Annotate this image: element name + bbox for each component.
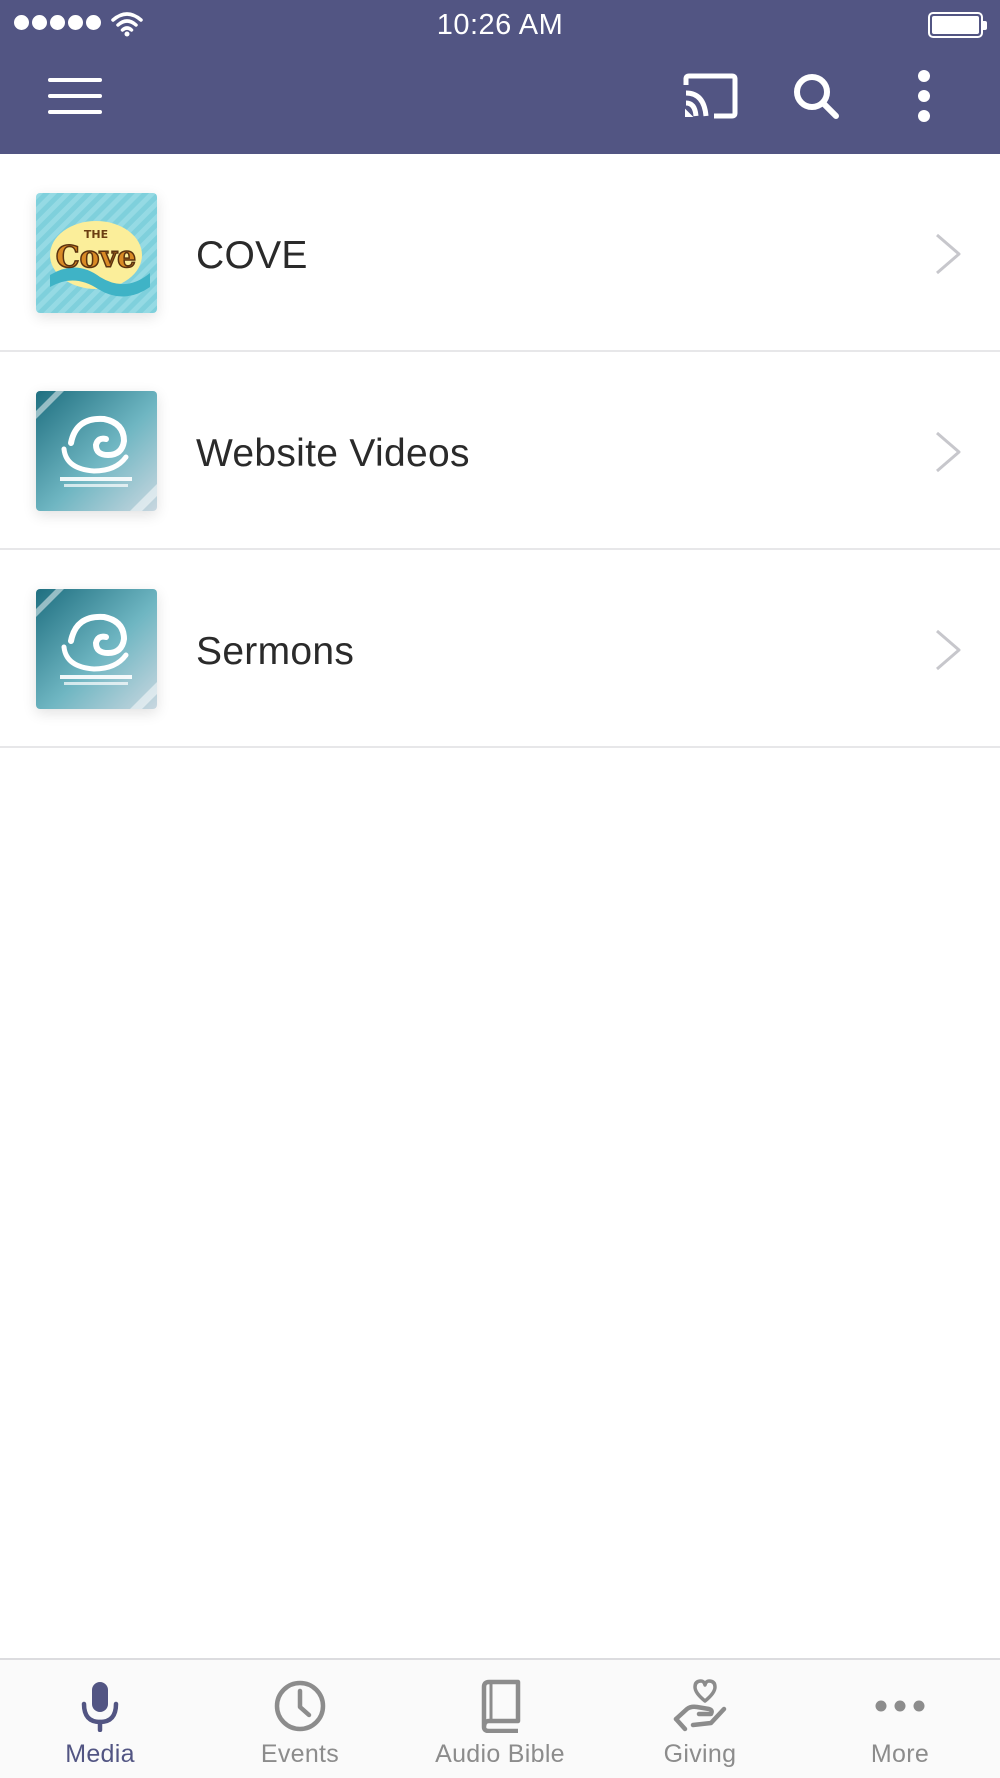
more-options-button[interactable] (892, 64, 956, 128)
vertical-ellipsis-icon (918, 70, 930, 122)
heart-hand-icon (673, 1679, 727, 1732)
book-icon (481, 1679, 521, 1733)
list-item[interactable]: THE Cove COVE (0, 154, 1000, 352)
search-icon (794, 74, 839, 119)
list-item-label: Sermons (196, 630, 355, 673)
chevron-right-icon (936, 629, 961, 671)
tab-events[interactable]: Events (200, 1660, 400, 1778)
tab-media-label: Media (65, 1740, 135, 1768)
chevron-right-icon (936, 233, 961, 275)
status-bar: 10:26 AM (0, 0, 1000, 50)
cast-button[interactable] (678, 64, 742, 128)
hamburger-menu-icon (48, 78, 102, 114)
chevron-right-icon (936, 431, 961, 473)
the-cove-logo-thumbnail: THE Cove (36, 193, 157, 313)
list-item[interactable]: Website Videos (0, 352, 1000, 550)
tab-events-label: Events (260, 1740, 340, 1768)
app-header: 10:26 AM (0, 0, 1000, 154)
tab-audio-bible-label: Audio Bible (435, 1740, 565, 1768)
cast-icon (683, 73, 738, 119)
microphone-icon (81, 1682, 119, 1732)
coastline-wave-logo-thumbnail (36, 589, 157, 709)
media-list: THE Cove COVE Website Videos Sermons (0, 154, 1000, 748)
clock-icon (274, 1680, 326, 1732)
battery-icon (928, 12, 987, 38)
search-button[interactable] (784, 64, 848, 128)
hamburger-menu-button[interactable] (43, 64, 107, 128)
list-item[interactable]: Sermons (0, 550, 1000, 748)
tab-more-label: More (870, 1740, 930, 1768)
tab-more[interactable]: More (800, 1660, 1000, 1778)
bottom-tab-bar: Media Events Audio Bible Giving More (0, 1658, 1000, 1778)
list-item-label: Website Videos (196, 432, 470, 475)
horizontal-ellipsis-icon (875, 1700, 925, 1712)
tab-audio-bible[interactable]: Audio Bible (400, 1660, 600, 1778)
tab-giving-label: Giving (663, 1740, 737, 1768)
status-time: 10:26 AM (436, 9, 564, 41)
svg-text:Cove: Cove (56, 240, 136, 275)
coastline-wave-logo-thumbnail (36, 391, 157, 511)
list-item-label: COVE (196, 234, 308, 277)
tab-giving[interactable]: Giving (600, 1660, 800, 1778)
tab-media[interactable]: Media (0, 1660, 200, 1778)
